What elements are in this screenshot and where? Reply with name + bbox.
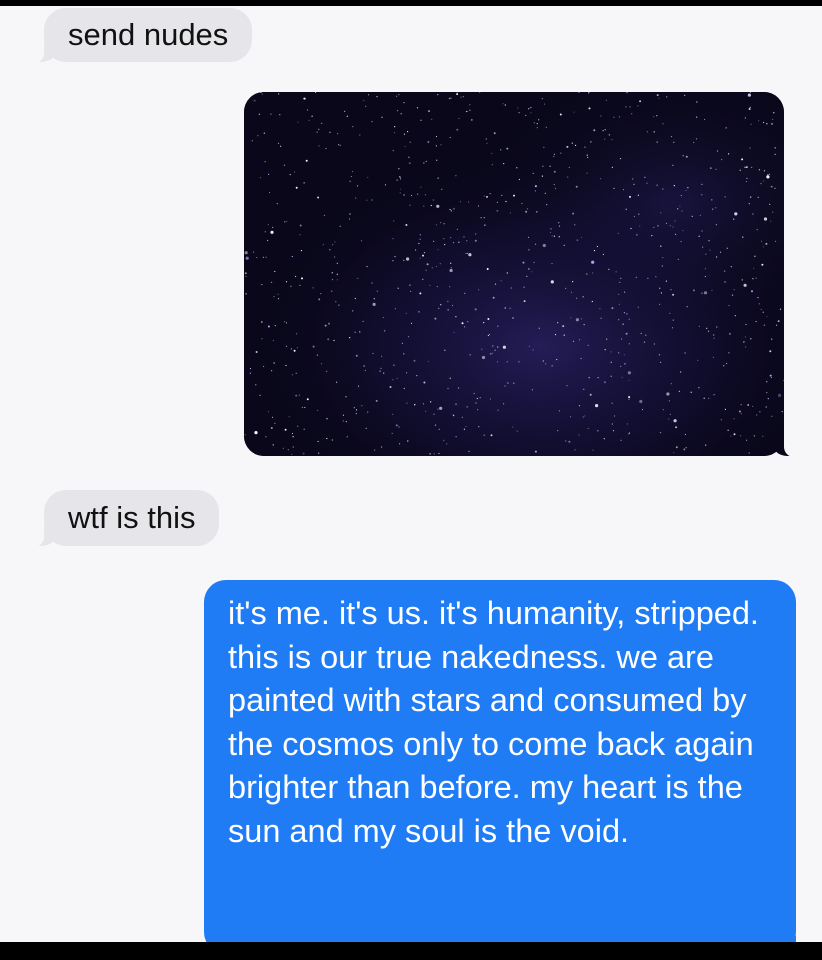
message-text: wtf is this	[68, 500, 196, 536]
message-text: send nudes	[68, 17, 229, 53]
received-message-bubble[interactable]: send nudes	[29, 8, 253, 63]
message-text: it's me. it's us. it's humanity, strippe…	[228, 595, 759, 849]
sent-message-bubble[interactable]: it's me. it's us. it's humanity, strippe…	[204, 580, 811, 942]
sent-image-message[interactable]	[244, 92, 799, 457]
message-thread[interactable]: send nudes wtf is this it's me. it's us.…	[0, 6, 822, 942]
starry-sky-image	[244, 92, 784, 456]
received-message-bubble[interactable]: wtf is this	[29, 490, 220, 547]
